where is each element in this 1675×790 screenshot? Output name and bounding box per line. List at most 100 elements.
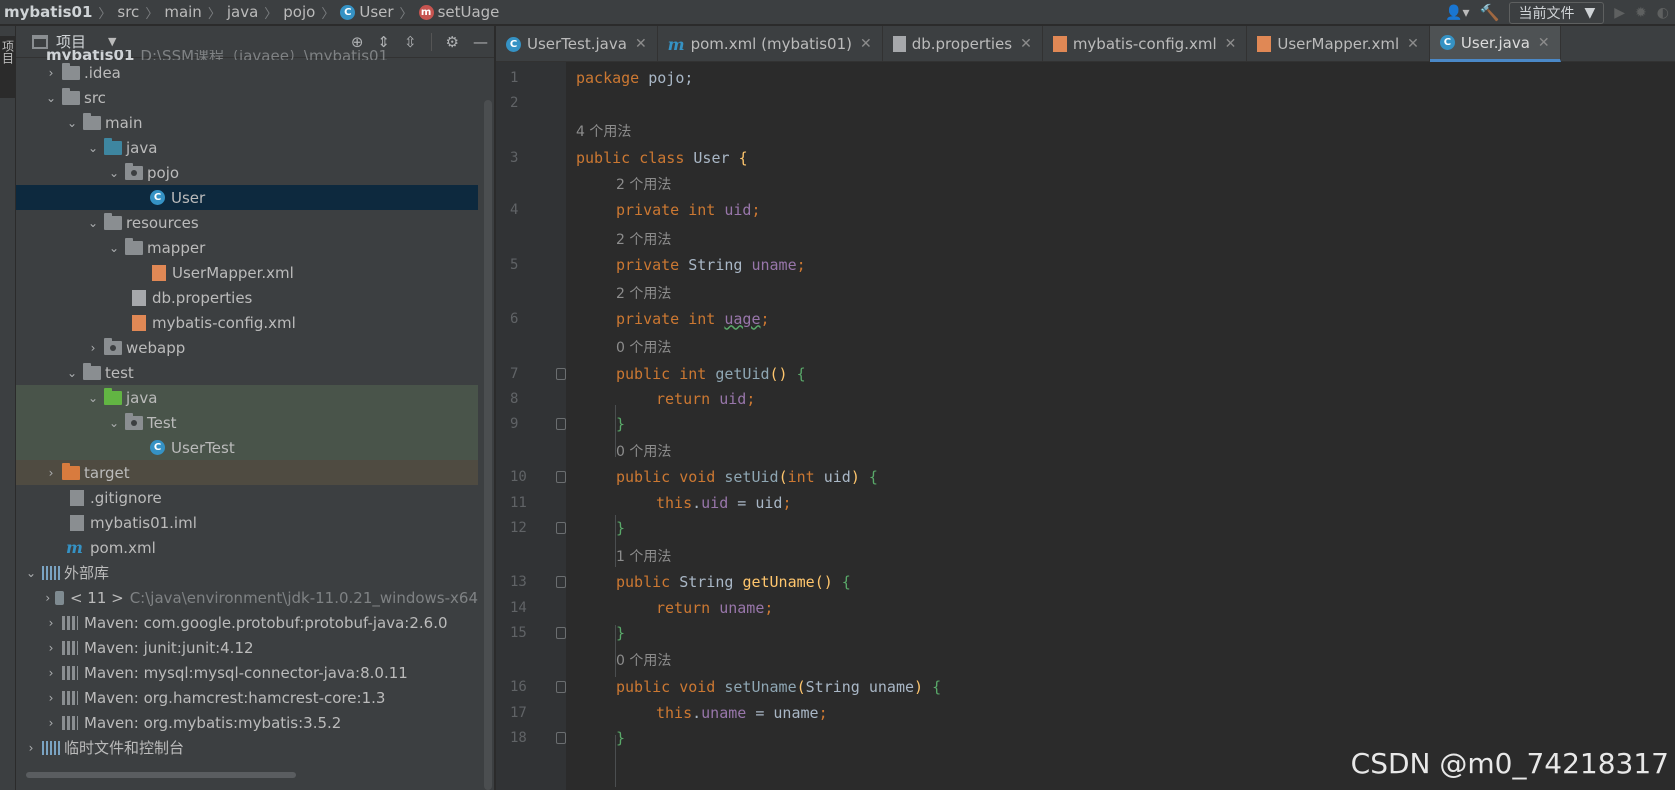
fold-marker-icon[interactable] bbox=[556, 417, 566, 430]
breadcrumb-project[interactable]: mybatis01 bbox=[4, 3, 92, 21]
usage-hint[interactable]: 2 个用法 bbox=[496, 280, 1675, 305]
usage-hint[interactable]: 2 个用法 bbox=[496, 171, 1675, 196]
usage-hint-text[interactable]: 2 个用法 bbox=[616, 283, 671, 303]
tree-item-pojo[interactable]: ⌄ pojo bbox=[16, 160, 478, 185]
tree-item-idea[interactable]: › .idea bbox=[16, 60, 478, 85]
breadcrumb-java[interactable]: java bbox=[227, 3, 258, 21]
chevron-right-icon[interactable]: › bbox=[44, 691, 58, 705]
close-icon[interactable]: ✕ bbox=[1538, 35, 1550, 51]
tree-item-test[interactable]: ⌄ test bbox=[16, 360, 478, 385]
tab-usertest-java[interactable]: C UserTest.java ✕ bbox=[496, 26, 658, 62]
breadcrumb-user[interactable]: C User bbox=[340, 3, 394, 21]
chevron-down-icon[interactable]: ⌄ bbox=[86, 216, 100, 230]
tree-item-maven-lib[interactable]: › Maven: junit:junit:4.12 bbox=[16, 635, 478, 660]
fold-marker-icon[interactable] bbox=[556, 521, 566, 534]
tree-item-maven-lib[interactable]: › Maven: mysql:mysql-connector-java:8.0.… bbox=[16, 660, 478, 685]
fold-marker-icon[interactable] bbox=[556, 470, 566, 483]
tree-item-scratches[interactable]: › 临时文件和控制台 bbox=[16, 735, 478, 760]
chevron-down-icon[interactable]: ⌄ bbox=[86, 391, 100, 405]
tree-item-java[interactable]: ⌄ java bbox=[16, 135, 478, 160]
chevron-down-icon[interactable]: ⌄ bbox=[65, 366, 79, 380]
chevron-down-icon[interactable]: ⌄ bbox=[107, 416, 121, 430]
close-icon[interactable]: ✕ bbox=[1020, 36, 1032, 52]
chevron-down-icon[interactable]: ⌄ bbox=[107, 166, 121, 180]
debug-icon[interactable]: ✹ bbox=[1635, 5, 1647, 21]
usage-hint[interactable]: 0 个用法 bbox=[496, 334, 1675, 359]
usage-hint-text[interactable]: 1 个用法 bbox=[616, 546, 671, 566]
usage-hint-text[interactable]: 2 个用法 bbox=[616, 174, 671, 194]
usage-hint-text[interactable]: 4 个用法 bbox=[576, 121, 631, 141]
tree-item-maven-lib[interactable]: › Maven: org.mybatis:mybatis:3.5.2 bbox=[16, 710, 478, 735]
tab-pom-xml[interactable]: m pom.xml (mybatis01) ✕ bbox=[658, 26, 883, 62]
tree-item-src[interactable]: ⌄ src bbox=[16, 85, 478, 110]
tree-item-webapp[interactable]: › webapp bbox=[16, 335, 478, 360]
breadcrumb-src[interactable]: src bbox=[117, 3, 139, 21]
tree-item-maven-lib[interactable]: › Maven: com.google.protobuf:protobuf-ja… bbox=[16, 610, 478, 635]
tree-item-maven-lib[interactable]: › Maven: org.hamcrest:hamcrest-core:1.3 bbox=[16, 685, 478, 710]
tree-item-gitignore[interactable]: .gitignore bbox=[16, 485, 478, 510]
tree-item-mapper[interactable]: ⌄ mapper bbox=[16, 235, 478, 260]
tree-item-target[interactable]: › target bbox=[16, 460, 478, 485]
chevron-down-icon[interactable]: ⌄ bbox=[65, 116, 79, 130]
chevron-down-icon[interactable]: ⌄ bbox=[107, 241, 121, 255]
usage-hint[interactable]: 1 个用法 bbox=[496, 543, 1675, 568]
run-icon[interactable]: ▶ bbox=[1614, 5, 1625, 21]
chevron-down-icon[interactable]: ⌄ bbox=[44, 91, 58, 105]
breadcrumb-method[interactable]: m setUage bbox=[418, 3, 499, 21]
tree-item-db-properties[interactable]: db.properties bbox=[16, 285, 478, 310]
tab-db-properties[interactable]: db.properties ✕ bbox=[883, 26, 1043, 62]
usage-hint-text[interactable]: 0 个用法 bbox=[616, 337, 671, 357]
close-icon[interactable]: ✕ bbox=[1225, 36, 1237, 52]
tree-item-test-package[interactable]: ⌄ Test bbox=[16, 410, 478, 435]
collapse-all-icon[interactable]: ⇳ bbox=[404, 33, 417, 51]
tree-item-pom[interactable]: m pom.xml bbox=[16, 535, 478, 560]
chevron-right-icon[interactable]: › bbox=[44, 641, 58, 655]
chevron-right-icon[interactable]: › bbox=[44, 466, 58, 480]
close-icon[interactable]: ✕ bbox=[860, 36, 872, 52]
usage-hint-text[interactable]: 0 个用法 bbox=[616, 650, 671, 670]
chevron-right-icon[interactable]: › bbox=[44, 591, 51, 605]
tree-item-user[interactable]: C User bbox=[16, 185, 478, 210]
locate-icon[interactable]: ⊕ bbox=[351, 33, 364, 51]
usage-hint[interactable]: 2 个用法 bbox=[496, 226, 1675, 251]
code-area[interactable]: 1 package pojo; 2 4 个用法 3 public class U… bbox=[496, 62, 1675, 790]
coverage-icon[interactable]: ◐ bbox=[1657, 5, 1669, 21]
close-icon[interactable]: ✕ bbox=[635, 36, 647, 52]
build-hammer-icon[interactable]: 🔨 bbox=[1480, 3, 1500, 22]
chevron-right-icon[interactable]: › bbox=[86, 341, 100, 355]
expand-all-icon[interactable]: ⇕ bbox=[377, 33, 390, 51]
breadcrumb-pojo[interactable]: pojo bbox=[283, 3, 315, 21]
chevron-right-icon[interactable]: › bbox=[44, 66, 58, 80]
tree-item-mybatis-config-xml[interactable]: mybatis-config.xml bbox=[16, 310, 478, 335]
minimize-icon[interactable]: — bbox=[473, 33, 488, 51]
usage-hint-text[interactable]: 0 个用法 bbox=[616, 441, 671, 461]
gear-icon[interactable]: ⚙ bbox=[446, 33, 459, 51]
chevron-down-icon[interactable]: ▼ bbox=[108, 35, 116, 48]
usage-hint[interactable]: 4 个用法 bbox=[496, 118, 1675, 143]
fold-marker-icon[interactable] bbox=[556, 680, 566, 693]
usage-hint[interactable]: 0 个用法 bbox=[496, 647, 1675, 672]
user-icon[interactable]: 👤▾ bbox=[1445, 5, 1469, 21]
tree-item-external-libraries[interactable]: ⌄ 外部库 bbox=[16, 560, 478, 585]
usage-hint-text[interactable]: 2 个用法 bbox=[616, 229, 671, 249]
chevron-right-icon[interactable]: › bbox=[44, 716, 58, 730]
fold-marker-icon[interactable] bbox=[556, 731, 566, 744]
close-icon[interactable]: ✕ bbox=[1407, 36, 1419, 52]
breadcrumb-main[interactable]: main bbox=[164, 3, 201, 21]
tab-usermapper-xml[interactable]: UserMapper.xml ✕ bbox=[1247, 26, 1430, 62]
chevron-right-icon[interactable]: › bbox=[44, 616, 58, 630]
chevron-right-icon[interactable]: › bbox=[44, 666, 58, 680]
tab-mybatis-config-xml[interactable]: mybatis-config.xml ✕ bbox=[1043, 26, 1248, 62]
usage-hint[interactable]: 0 个用法 bbox=[496, 438, 1675, 463]
tree-item-project-root[interactable]: mybatis01 D:\SSM课程（javaee）\mybatis01 bbox=[16, 50, 478, 60]
project-tool-tab[interactable]: 项目 bbox=[0, 36, 16, 98]
chevron-right-icon[interactable]: › bbox=[24, 741, 38, 755]
tree-item-iml[interactable]: mybatis01.iml bbox=[16, 510, 478, 535]
tree-item-resources[interactable]: ⌄ resources bbox=[16, 210, 478, 235]
tree-item-usermapper-xml[interactable]: UserMapper.xml bbox=[16, 260, 478, 285]
tree-item-usertest[interactable]: C UserTest bbox=[16, 435, 478, 460]
horizontal-scrollbar[interactable] bbox=[26, 772, 296, 778]
tree-item-main[interactable]: ⌄ main bbox=[16, 110, 478, 135]
fold-marker-icon[interactable] bbox=[556, 626, 566, 639]
fold-marker-icon[interactable] bbox=[556, 575, 566, 588]
